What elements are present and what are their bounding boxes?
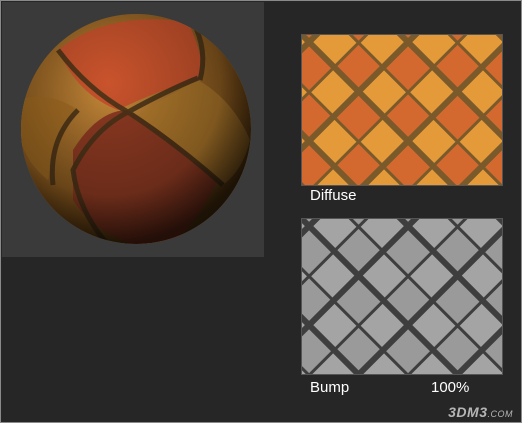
bump-amount: 100% bbox=[431, 379, 470, 396]
diffuse-texture-swatch bbox=[301, 34, 503, 186]
watermark-logo: 3DM3.COM bbox=[448, 404, 513, 420]
material-sphere-preview bbox=[18, 10, 254, 248]
diffuse-label: Diffuse bbox=[310, 187, 357, 204]
bump-texture-swatch bbox=[301, 218, 503, 375]
bump-label: Bump bbox=[310, 379, 350, 396]
material-sheet: Diffuse Bump 100% 3DM3.COM bbox=[0, 0, 522, 423]
watermark-suffix: .COM bbox=[487, 409, 513, 419]
material-preview-panel bbox=[2, 2, 264, 257]
watermark-brand: 3DM3 bbox=[448, 404, 488, 420]
